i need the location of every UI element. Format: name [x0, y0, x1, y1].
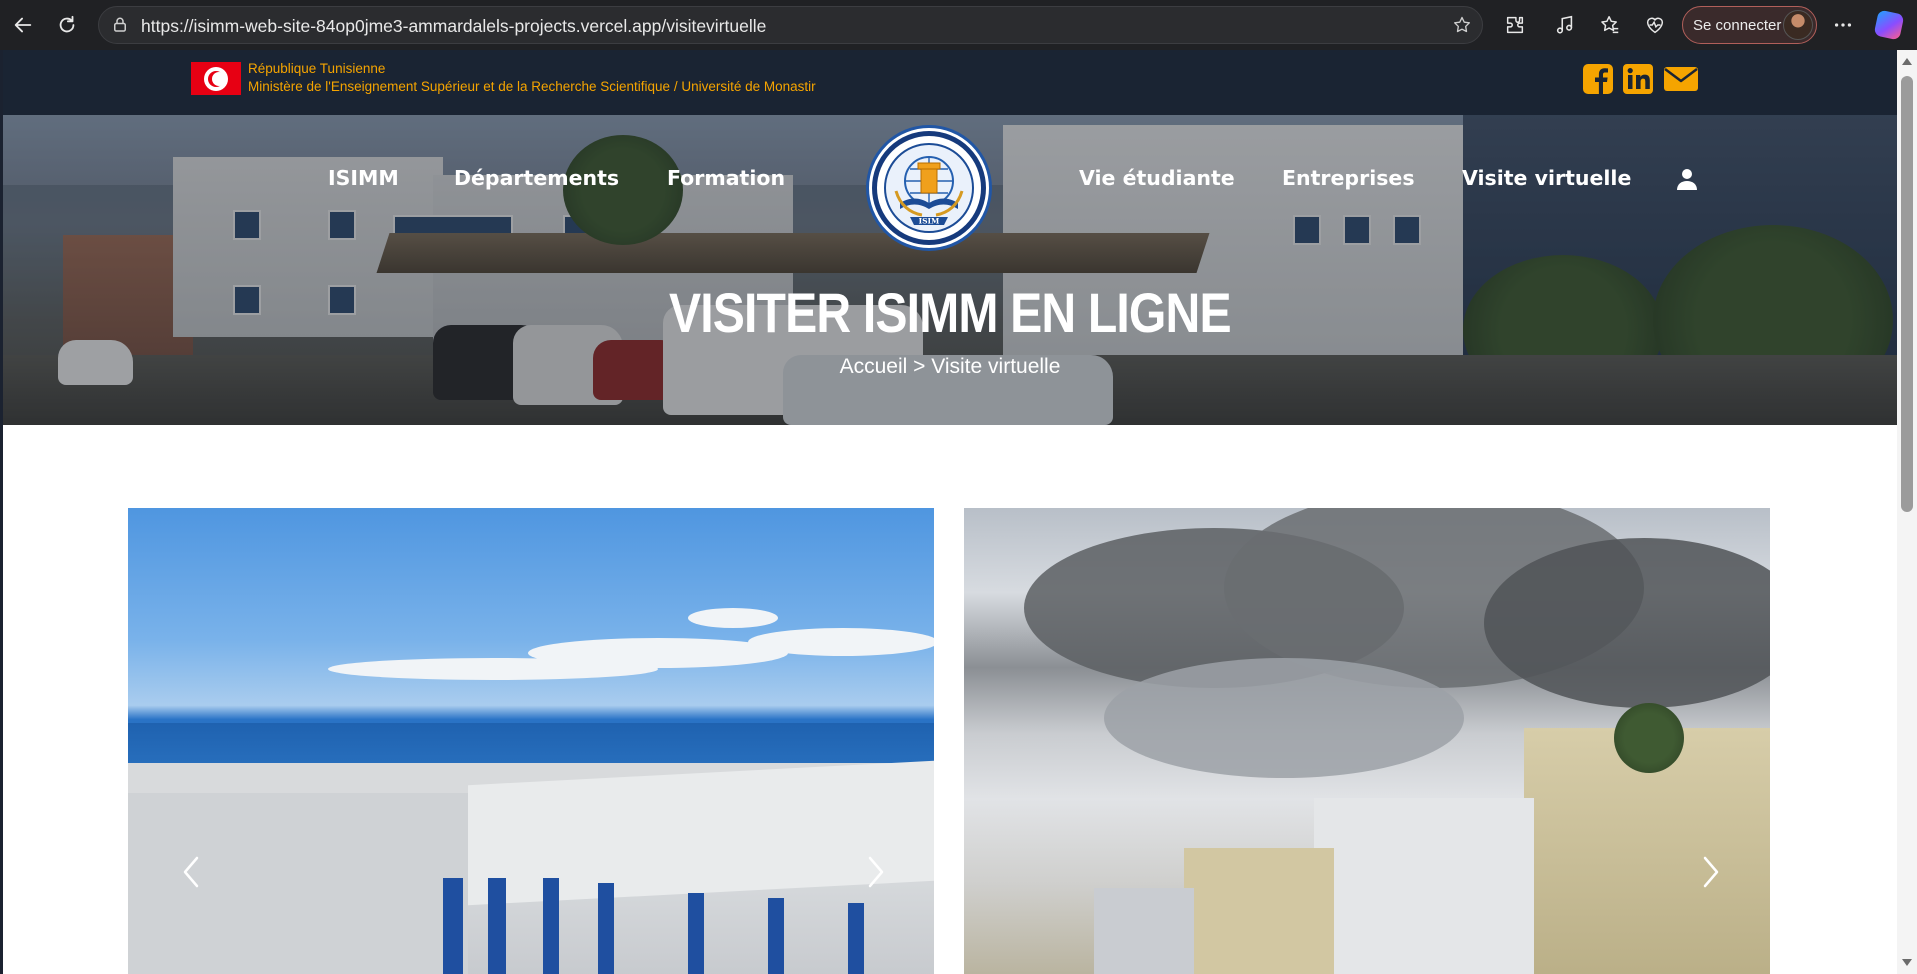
- reload-icon[interactable]: [52, 10, 82, 40]
- user-account-icon[interactable]: [1675, 167, 1699, 191]
- linkedin-icon[interactable]: [1622, 63, 1654, 95]
- sea-view-photo: [128, 508, 934, 974]
- hero-banner: ISIMM Départements Formation ISIM Vie ét…: [3, 115, 1897, 425]
- address-bar[interactable]: https://isimm-web-site-84op0jme3-ammarda…: [98, 6, 1483, 44]
- page-title: VISITER ISIMM EN LIGNE: [668, 281, 1232, 344]
- nav-item-isimm[interactable]: ISIMM: [328, 166, 399, 190]
- favorites-icon[interactable]: [1595, 10, 1625, 40]
- nav-item-visite-virtuelle[interactable]: Visite virtuelle: [1462, 166, 1631, 190]
- favorite-star-icon[interactable]: [1452, 15, 1472, 35]
- back-icon[interactable]: [8, 10, 38, 40]
- copilot-icon[interactable]: [1873, 9, 1905, 41]
- facebook-icon[interactable]: [1582, 63, 1614, 95]
- media-control-icon[interactable]: [1550, 10, 1580, 40]
- logo-text: ISIM: [919, 217, 940, 226]
- nav-item-formation[interactable]: Formation: [667, 166, 785, 190]
- carousel-prev-arrow[interactable]: [177, 852, 207, 892]
- carousel-next-arrow[interactable]: [860, 852, 890, 892]
- more-options-icon[interactable]: [1828, 10, 1858, 40]
- envelope-icon[interactable]: [1663, 63, 1699, 95]
- scroll-down-arrow-icon[interactable]: [1902, 959, 1912, 966]
- page-viewport: République Tunisienne Ministère de l'Ens…: [0, 50, 1897, 974]
- scroll-up-arrow-icon[interactable]: [1902, 58, 1912, 65]
- page-scrollbar[interactable]: [1897, 50, 1917, 974]
- url-text[interactable]: https://isimm-web-site-84op0jme3-ammarda…: [141, 16, 766, 37]
- browser-toolbar: https://isimm-web-site-84op0jme3-ammarda…: [0, 0, 1917, 50]
- sign-in-button[interactable]: Se connecter: [1682, 6, 1817, 44]
- nav-item-vie-etudiante[interactable]: Vie étudiante: [1079, 166, 1235, 190]
- breadcrumb: Accueil > Visite virtuelle: [839, 355, 1061, 378]
- scroll-thumb[interactable]: [1901, 76, 1913, 512]
- isimm-logo[interactable]: ISIM: [869, 128, 989, 248]
- nav-item-departements[interactable]: Départements: [454, 166, 619, 190]
- site-info-icon[interactable]: [111, 16, 129, 34]
- ministry-label: Ministère de l'Enseignement Supérieur et…: [248, 79, 816, 94]
- government-topbar: République Tunisienne Ministère de l'Ens…: [3, 50, 1897, 115]
- profile-avatar: [1783, 10, 1813, 40]
- carousel-next-arrow[interactable]: [1695, 852, 1725, 892]
- nav-item-entreprises[interactable]: Entreprises: [1282, 166, 1415, 190]
- sign-in-label: Se connecter: [1693, 17, 1782, 34]
- building-entrance-photo: [964, 508, 1770, 974]
- browser-essentials-icon[interactable]: [1640, 10, 1670, 40]
- tunisia-flag-icon: [191, 62, 241, 95]
- republic-label: République Tunisienne: [248, 61, 386, 76]
- extensions-icon[interactable]: [1500, 10, 1530, 40]
